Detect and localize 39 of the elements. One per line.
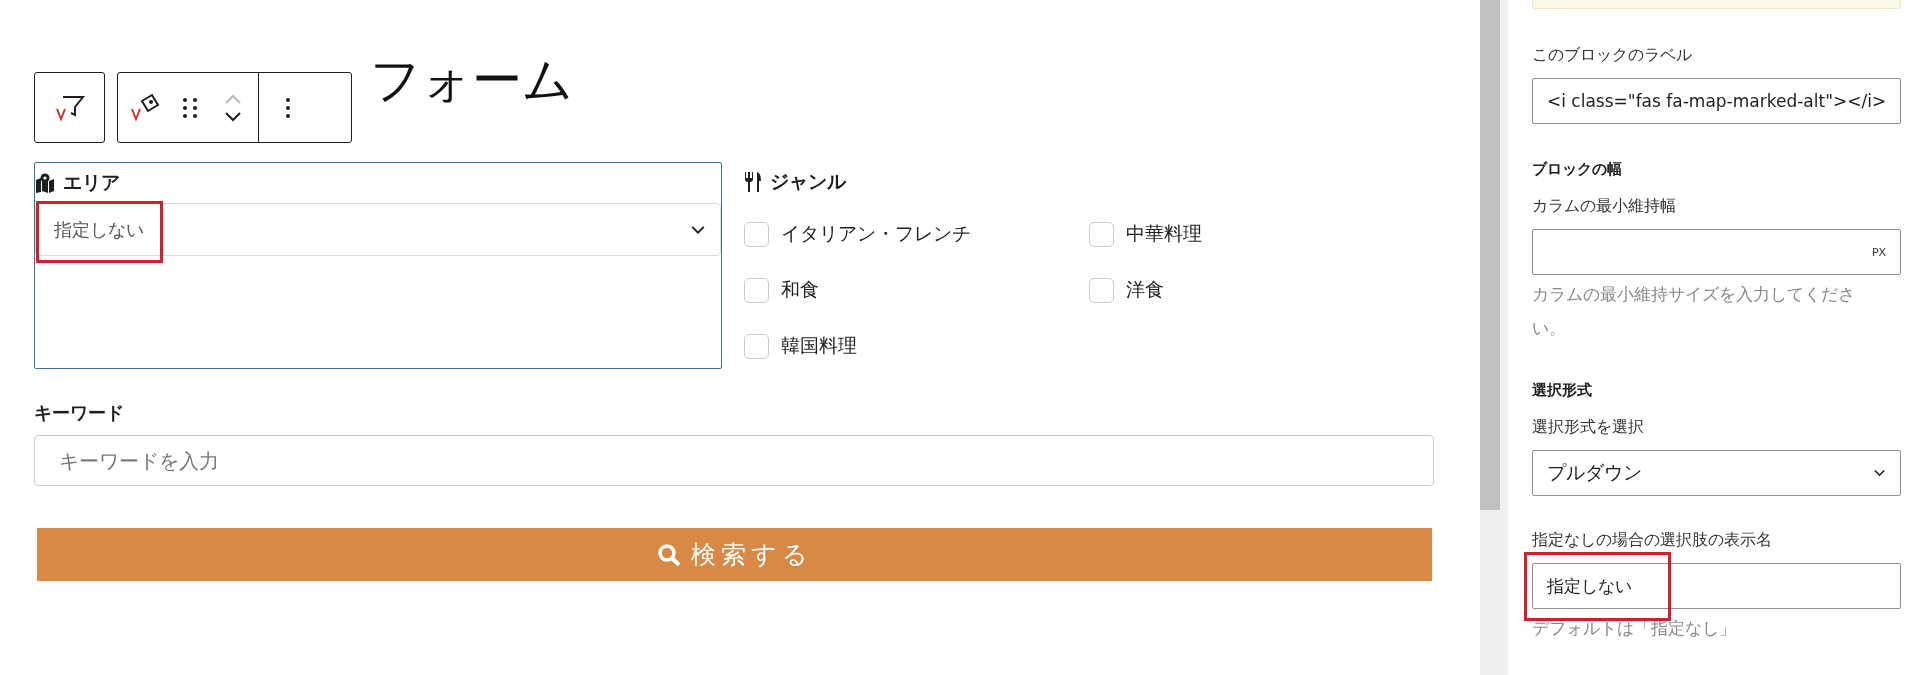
checkbox[interactable]	[744, 221, 769, 247]
map-icon	[35, 173, 55, 193]
field-label: エリア	[63, 170, 120, 195]
checkbox-label: 中華料理	[1126, 221, 1202, 246]
move-up-icon[interactable]	[224, 93, 242, 104]
scrollbar-thumb[interactable]	[1480, 0, 1500, 510]
chevron-down-icon	[690, 224, 706, 235]
text-field[interactable]: 指定しない	[1532, 563, 1902, 609]
page-heading: フォーム	[370, 50, 573, 110]
field-label: このブロックのラベル	[1532, 45, 1693, 66]
search-icon	[656, 542, 681, 567]
field-label: キーワード	[34, 401, 124, 425]
block-type-button[interactable]	[34, 72, 105, 143]
move-down-icon[interactable]	[224, 111, 242, 122]
number-field[interactable]: PX	[1532, 229, 1902, 275]
help-text: カラムの最小維持サイズを入力してください。	[1532, 283, 1856, 340]
area-select[interactable]: 指定しない	[35, 203, 721, 256]
text-field[interactable]: <i class="fas fa-map-marked-alt"></i>	[1532, 78, 1902, 124]
checkbox[interactable]	[1089, 277, 1114, 303]
checkbox-label: イタリアン・フレンチ	[781, 221, 971, 246]
checkbox[interactable]	[744, 277, 769, 303]
area-block[interactable]: エリア 指定しない	[34, 162, 722, 369]
chevron-down-icon	[1873, 469, 1887, 477]
field-label: カラムの最小維持幅	[1532, 196, 1677, 217]
utensils-icon	[744, 172, 762, 192]
select-field[interactable]: プルダウン	[1532, 450, 1902, 496]
section-title: ブロックの幅	[1532, 160, 1623, 179]
more-icon	[286, 97, 290, 118]
field-label: ジャンル	[770, 169, 846, 194]
checkbox-label: 韓国料理	[781, 333, 857, 358]
section-title: 選択形式	[1532, 381, 1593, 400]
checkbox-label: 洋食	[1126, 277, 1164, 302]
drag-icon	[182, 96, 198, 119]
checkbox[interactable]	[1089, 221, 1114, 247]
field-label: 指定なしの場合の選択肢の表示名	[1532, 530, 1773, 551]
checkbox-label: 和食	[781, 277, 819, 302]
keyword-field[interactable]: キーワードを入力	[34, 435, 1434, 486]
field-label: 選択形式を選択	[1532, 417, 1645, 438]
checkbox[interactable]	[744, 333, 769, 359]
